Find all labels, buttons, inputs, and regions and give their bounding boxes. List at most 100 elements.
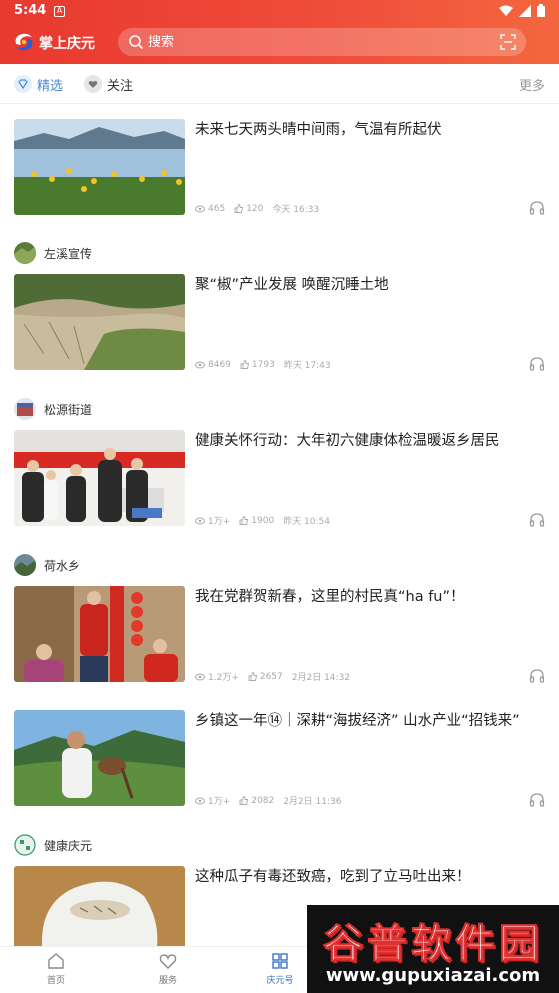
source-avatar [14, 834, 36, 856]
app-title: 掌上庆元 [39, 36, 95, 52]
watermark-text: 谷普软件园 [323, 921, 543, 968]
home-icon [48, 953, 64, 969]
headphones-icon[interactable] [529, 512, 545, 528]
headphones-icon[interactable] [529, 668, 545, 684]
tab-follow[interactable]: 关注 [84, 74, 133, 94]
headphones-icon[interactable] [529, 356, 545, 372]
views-count: 1万+ [208, 517, 231, 527]
search-bar[interactable] [118, 28, 526, 56]
news-card[interactable]: 松源街道 健康关怀行动：大年初六健康体检温暖返乡居民 1万+ 1900 昨天 1… [0, 388, 559, 544]
tab-follow-label: 关注 [107, 78, 134, 94]
nav-home[interactable]: 首页 [26, 951, 86, 986]
source-name: 健康庆元 [44, 838, 93, 853]
app-bar: 掌上庆元 [0, 24, 559, 62]
nav-services[interactable]: 服务 [138, 951, 198, 986]
publish-time: 2月2日 11:36 [283, 797, 342, 807]
status-bar: 5:44 A [0, 0, 559, 24]
tab-featured[interactable]: 精选 [14, 74, 63, 94]
news-source[interactable]: 左溪宣传 [14, 242, 92, 264]
grid-icon [272, 953, 288, 969]
news-feed: 未来七天两头晴中间雨，气温有所起伏 465 120 今天 16:33 左溪宣传 … [0, 104, 559, 946]
nav-qingyuan-hao-label: 庆元号 [266, 976, 294, 986]
like-icon [239, 516, 249, 525]
views-count: 465 [208, 203, 226, 214]
likes-count: 1900 [251, 515, 275, 526]
news-thumbnail [14, 274, 185, 370]
headphones-icon[interactable] [529, 792, 545, 808]
news-card[interactable]: 左溪宣传 聚“椒”产业发展 唤醒沉睡土地 8469 1793 昨天 17:43 [0, 232, 559, 388]
views-icon [195, 517, 205, 524]
news-title: 这种瓜子有毒还致癌，吃到了立马吐出来！ [195, 869, 471, 885]
news-thumbnail [14, 430, 185, 526]
news-meta: 1.2万+ 2657 2月2日 14:32 [195, 670, 350, 683]
wifi-icon [499, 5, 513, 16]
views-count: 1万+ [208, 797, 231, 807]
channel-tabs: 精选 关注 更多 [0, 64, 559, 104]
nav-home-label: 首页 [46, 976, 65, 986]
source-avatar [14, 398, 36, 420]
diamond-icon [14, 75, 32, 93]
watermark-url: www.gupuxiazai.com [325, 965, 541, 986]
news-title: 未来七天两头晴中间雨，气温有所起伏 [195, 122, 442, 138]
source-name: 荷水乡 [44, 558, 81, 573]
news-title: 聚“椒”产业发展 唤醒沉睡土地 [195, 277, 389, 293]
views-icon [195, 205, 205, 212]
search-icon [129, 35, 144, 50]
news-thumbnail [14, 710, 185, 806]
likes-count: 2082 [251, 795, 275, 806]
news-title: 乡镇这一年⑭｜深耕“海拔经济” 山水产业“招钱来” [195, 713, 520, 729]
app-header: 5:44 A 掌上庆元 [0, 0, 559, 64]
views-icon [195, 797, 205, 804]
news-card[interactable]: 未来七天两头晴中间雨，气温有所起伏 465 120 今天 16:33 [0, 104, 559, 232]
likes-count: 2657 [259, 671, 283, 682]
status-icons [499, 4, 545, 17]
notification-badge-icon: A [54, 6, 65, 17]
status-time: 5:44 [14, 3, 47, 18]
news-meta: 1万+ 1900 昨天 10:54 [195, 514, 330, 527]
views-icon [195, 673, 205, 680]
views-count: 1.2万+ [208, 673, 239, 683]
watermark-overlay: 谷普软件园 www.gupuxiazai.com [307, 905, 559, 993]
source-name: 松源街道 [44, 402, 93, 417]
publish-time: 昨天 10:54 [283, 517, 330, 527]
heart-shield-icon [84, 75, 102, 93]
news-card[interactable]: 荷水乡 我在党群贺新春，这里的村民真“ha fu”！ 1.2万+ 2657 2月… [0, 544, 559, 700]
nav-services-label: 服务 [158, 976, 177, 986]
like-icon [234, 204, 244, 213]
news-meta: 465 120 今天 16:33 [195, 202, 319, 215]
news-title: 我在党群贺新春，这里的村民真“ha fu”！ [195, 589, 465, 605]
news-meta: 1万+ 2082 2月2日 11:36 [195, 794, 341, 807]
publish-time: 昨天 17:43 [283, 361, 331, 371]
views-icon [195, 361, 205, 368]
like-icon [248, 672, 257, 681]
like-icon [239, 796, 249, 805]
like-icon [240, 360, 249, 369]
tab-featured-label: 精选 [37, 78, 64, 94]
news-title: 健康关怀行动：大年初六健康体检温暖返乡居民 [195, 433, 500, 449]
news-thumbnail [14, 586, 185, 682]
app-logo-icon [15, 33, 33, 51]
source-avatar [14, 242, 36, 264]
publish-time: 今天 16:33 [272, 205, 320, 215]
signal-icon [519, 4, 531, 17]
news-source[interactable]: 松源街道 [14, 398, 92, 420]
headphones-icon[interactable] [529, 200, 545, 216]
news-meta: 8469 1793 昨天 17:43 [195, 358, 331, 371]
nav-qingyuan-hao[interactable]: 庆元号 [250, 951, 310, 986]
heart-icon [159, 954, 177, 969]
likes-count: 1793 [251, 359, 275, 370]
likes-count: 120 [246, 203, 264, 214]
publish-time: 2月2日 14:32 [291, 673, 351, 683]
news-thumbnail [14, 119, 185, 215]
news-source[interactable]: 荷水乡 [14, 554, 80, 576]
news-card[interactable]: 乡镇这一年⑭｜深耕“海拔经济” 山水产业“招钱来” 1万+ 2082 2月2日 … [0, 700, 559, 824]
search-input[interactable] [148, 32, 478, 52]
views-count: 8469 [208, 359, 231, 370]
more-channels-link[interactable]: 更多 [519, 75, 545, 94]
source-name: 左溪宣传 [44, 246, 93, 261]
scan-icon[interactable] [500, 34, 516, 50]
source-avatar [14, 554, 36, 576]
battery-icon [537, 4, 545, 17]
news-source[interactable]: 健康庆元 [14, 834, 92, 856]
news-thumbnail [14, 866, 185, 946]
